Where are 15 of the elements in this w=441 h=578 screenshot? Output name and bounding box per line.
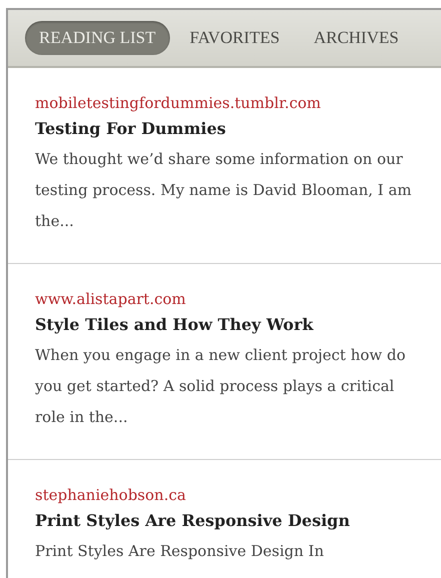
article-card[interactable]: stephaniehobson.ca Print Styles Are Responsive Design Print Styles Are Responsive Design In bbox=[8, 460, 441, 578]
tab[interactable]: FAVORITES bbox=[176, 21, 294, 55]
source-link[interactable]: www.alistapart.com bbox=[35, 288, 186, 310]
article-title: Testing For Dummies bbox=[35, 118, 227, 140]
tab[interactable]: ARCHIVES bbox=[300, 21, 413, 55]
article-excerpt: Print Styles Are Responsive Design In bbox=[35, 541, 325, 562]
article-title: Style Tiles and How They Work bbox=[35, 314, 314, 336]
source-link[interactable]: stephaniehobson.ca bbox=[35, 484, 186, 506]
article-excerpt: When you engage in a new client project how do you get started? A solid process plays a critical role in the... bbox=[35, 345, 407, 428]
article-excerpt: We thought we’d share some information on our testing process. My name is David Blooman, I am the... bbox=[35, 149, 413, 232]
article-card[interactable]: www.alistapart.com Style Tiles and How They Work When you engage in a new client project how do you get started? A solid process plays a critical role in the... bbox=[8, 264, 441, 460]
source-link[interactable]: mobiletestingfordummies.tumblr.com bbox=[35, 92, 321, 114]
article-card[interactable]: mobiletestingfordummies.tumblr.com Testing For Dummies We thought we’d share some information on our testing process. My name is David Blooman, I am the... bbox=[8, 68, 441, 264]
tab[interactable]: READING LIST bbox=[25, 21, 170, 55]
article-title: Print Styles Are Responsive Design bbox=[35, 510, 351, 532]
